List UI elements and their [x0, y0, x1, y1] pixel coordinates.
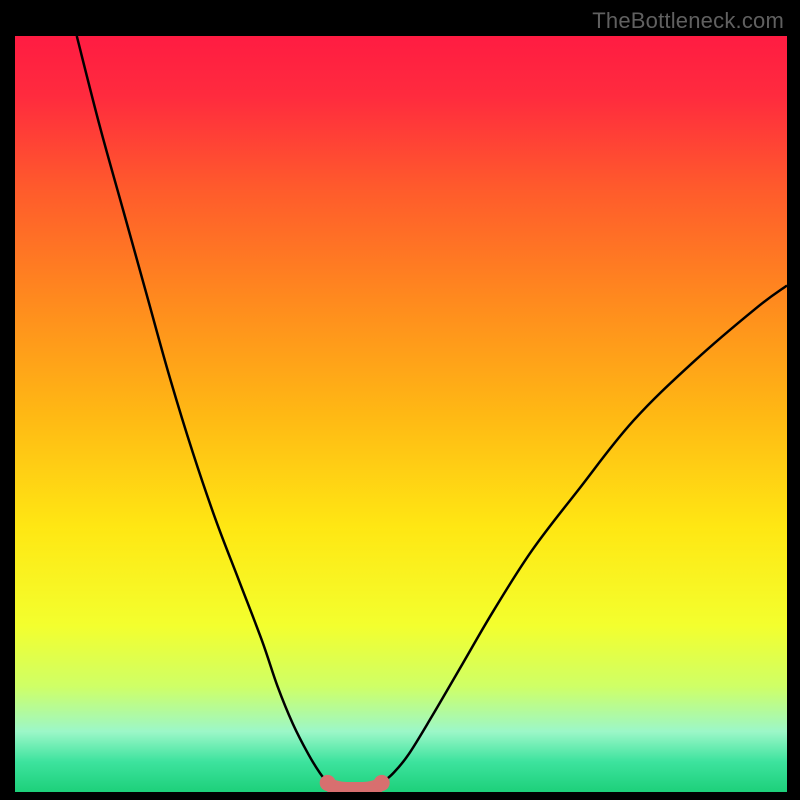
highlight-dot-left — [320, 775, 336, 791]
bottom-highlight — [328, 783, 382, 789]
watermark-text: TheBottleneck.com — [592, 8, 784, 34]
gradient-background — [15, 36, 787, 792]
plot-area — [15, 36, 787, 792]
highlight-dot-right — [374, 775, 390, 791]
